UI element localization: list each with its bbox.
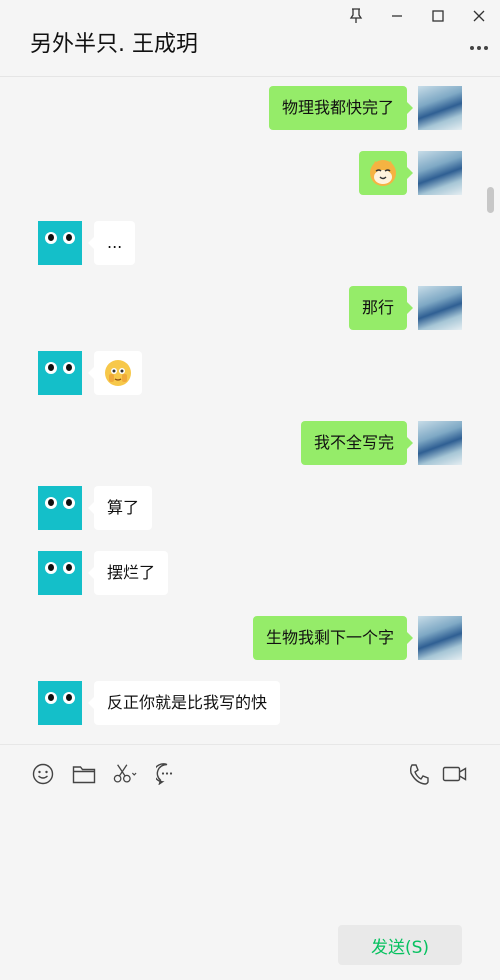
message-bubble[interactable]: 生物我剩下一个字 [252, 616, 414, 660]
message-list[interactable]: 物理我都快完了 ... 那行 我不全写完 算了 摆烂了 生物我剩下一个字 反正你… [0, 78, 500, 745]
my-avatar[interactable] [418, 286, 462, 330]
video-call-icon[interactable] [442, 762, 468, 786]
close-icon[interactable] [467, 5, 491, 27]
my-avatar[interactable] [418, 86, 462, 130]
more-options-icon[interactable] [468, 38, 490, 58]
contact-avatar[interactable] [38, 681, 82, 725]
message-bubble[interactable]: 物理我都快完了 [268, 86, 414, 130]
message-bubble[interactable]: 那行 [348, 286, 414, 330]
cat-face-emoji [370, 160, 396, 186]
message-bubble[interactable]: 反正你就是比我写的快 [87, 681, 281, 725]
message-bubble[interactable]: 我不全写完 [300, 421, 414, 465]
pin-icon[interactable] [344, 5, 368, 27]
contact-avatar[interactable] [38, 551, 82, 595]
folder-icon[interactable] [72, 762, 96, 786]
maximize-icon[interactable] [426, 5, 450, 27]
message-input[interactable] [0, 795, 500, 915]
input-divider [0, 744, 500, 745]
message-bubble[interactable]: 摆烂了 [87, 551, 169, 595]
peeking-face-emoji [105, 360, 131, 386]
minimize-icon[interactable] [385, 5, 409, 27]
chat-scrollbar[interactable] [487, 187, 494, 213]
my-avatar[interactable] [418, 151, 462, 195]
chat-title: 另外半只. 王成玥 [30, 32, 198, 57]
scissors-icon[interactable] [113, 762, 137, 786]
my-avatar[interactable] [418, 421, 462, 465]
chat-history-icon[interactable] [155, 762, 179, 786]
phone-icon[interactable] [407, 762, 431, 786]
chat-header: 另外半只. 王成玥 [0, 0, 500, 77]
my-avatar[interactable] [418, 616, 462, 660]
contact-avatar[interactable] [38, 486, 82, 530]
message-bubble[interactable] [88, 351, 142, 395]
message-bubble[interactable] [359, 151, 413, 195]
contact-avatar[interactable] [38, 351, 82, 395]
send-button[interactable]: 发送(S) [338, 925, 462, 965]
emoji-icon[interactable] [31, 762, 55, 786]
message-bubble[interactable]: ... [87, 221, 136, 265]
contact-avatar[interactable] [38, 221, 82, 265]
message-bubble[interactable]: 算了 [87, 486, 153, 530]
